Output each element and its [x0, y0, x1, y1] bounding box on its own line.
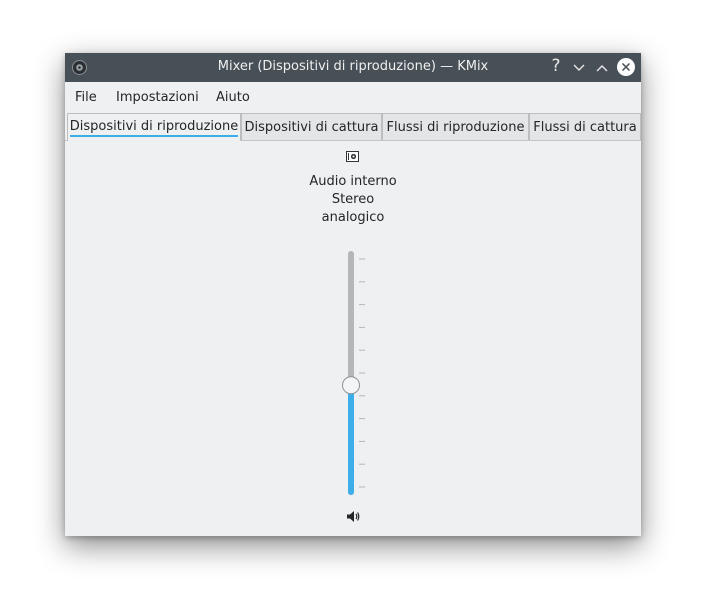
- menu-file[interactable]: File: [75, 90, 97, 105]
- speaker-icon[interactable]: [346, 510, 360, 523]
- device-label-line: analogico: [321, 210, 385, 225]
- mixer-content: Audio interno Stereo analogico: [65, 141, 641, 536]
- tab-label: Dispositivi di riproduzione: [69, 119, 239, 137]
- minimize-button[interactable]: [570, 59, 588, 77]
- tab-label: Flussi di cattura: [533, 119, 637, 135]
- menu-aiuto[interactable]: Aiuto: [216, 90, 250, 105]
- tab-label: Flussi di riproduzione: [386, 119, 525, 135]
- help-button[interactable]: ?: [547, 56, 565, 76]
- audio-card-icon: [346, 151, 359, 162]
- title-bar[interactable]: Mixer (Dispositivi di riproduzione) — KM…: [65, 53, 641, 82]
- device-label-line: Audio interno: [309, 174, 397, 189]
- slider-handle[interactable]: [342, 376, 360, 395]
- device-label: Audio interno Stereo analogico: [253, 173, 453, 227]
- chevron-up-icon: [596, 65, 608, 72]
- slider-ticks: [359, 258, 365, 488]
- tab-label: Dispositivi di cattura: [244, 119, 379, 135]
- tab-dispositivi-di-riproduzione[interactable]: Dispositivi di riproduzione: [67, 113, 241, 141]
- tab-bar: Dispositivi di riproduzione Dispositivi …: [65, 112, 641, 141]
- kmix-window: Mixer (Dispositivi di riproduzione) — KM…: [65, 53, 641, 536]
- help-icon: ?: [551, 56, 561, 76]
- menu-bar: File Impostazioni Aiuto: [65, 82, 641, 112]
- chevron-down-icon: [573, 64, 585, 71]
- menu-impostazioni[interactable]: Impostazioni: [116, 90, 199, 105]
- tab-flussi-di-cattura[interactable]: Flussi di cattura: [529, 113, 641, 140]
- tab-dispositivi-di-cattura[interactable]: Dispositivi di cattura: [241, 113, 382, 140]
- device-label-line: Stereo: [331, 192, 375, 207]
- maximize-button[interactable]: [593, 59, 611, 77]
- volume-slider[interactable]: [337, 249, 367, 497]
- slider-fill: [348, 385, 354, 495]
- close-icon: [621, 62, 631, 72]
- close-button[interactable]: [617, 58, 635, 76]
- tab-flussi-di-riproduzione[interactable]: Flussi di riproduzione: [382, 113, 529, 140]
